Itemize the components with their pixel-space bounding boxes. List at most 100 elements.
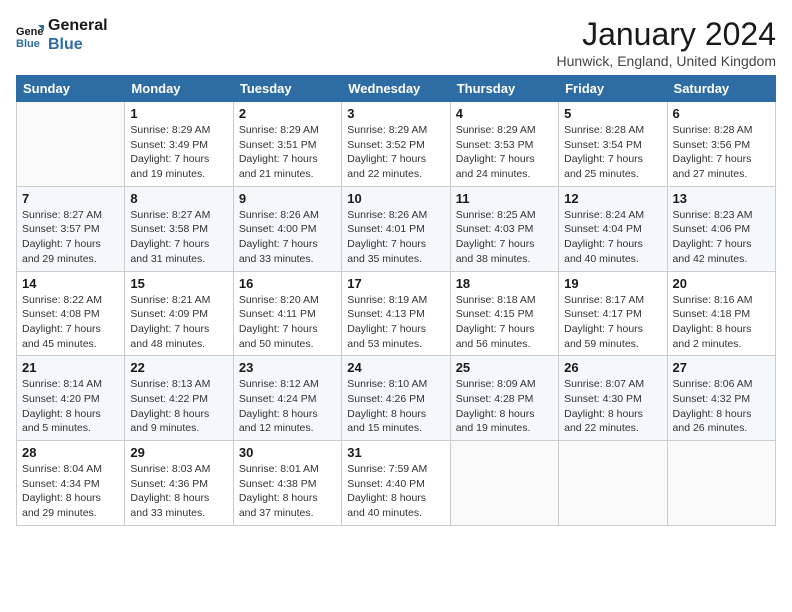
daylight-text: Daylight: 7 hours and 19 minutes.: [130, 152, 227, 181]
day-cell: 16Sunrise: 8:20 AMSunset: 4:11 PMDayligh…: [233, 271, 341, 356]
sunset-text: Sunset: 3:57 PM: [22, 222, 119, 237]
col-header-monday: Monday: [125, 76, 233, 102]
day-number: 21: [22, 360, 119, 375]
day-number: 28: [22, 445, 119, 460]
calendar-table: SundayMondayTuesdayWednesdayThursdayFrid…: [16, 75, 776, 526]
day-number: 14: [22, 276, 119, 291]
days-of-week-row: SundayMondayTuesdayWednesdayThursdayFrid…: [17, 76, 776, 102]
day-cell: 15Sunrise: 8:21 AMSunset: 4:09 PMDayligh…: [125, 271, 233, 356]
sunrise-text: Sunrise: 8:29 AM: [347, 123, 444, 138]
col-header-wednesday: Wednesday: [342, 76, 450, 102]
sunrise-text: Sunrise: 8:07 AM: [564, 377, 661, 392]
day-cell: 26 Sunrise: 8:07 AMSunset: 4:30 PMDayligh…: [559, 356, 667, 441]
day-detail: Sunrise: 8:14 AMSunset: 4:20 PMDaylight:…: [22, 377, 119, 436]
day-cell: 2Sunrise: 8:29 AMSunset: 3:51 PMDaylight…: [233, 102, 341, 187]
day-detail: Sunrise: 8:28 AMSunset: 3:54 PMDaylight:…: [564, 123, 661, 182]
day-number: 5: [564, 106, 661, 121]
day-number: 12: [564, 191, 661, 206]
day-number: 29: [130, 445, 227, 460]
day-detail: Sunrise: 8:10 AMSunset: 4:26 PMDaylight:…: [347, 377, 444, 436]
logo-blue: Blue: [48, 35, 108, 54]
sunrise-text: Sunrise: 8:21 AM: [130, 293, 227, 308]
day-number: 4: [456, 106, 553, 121]
sunset-text: Sunset: 4:06 PM: [673, 222, 770, 237]
daylight-text: Daylight: 8 hours and 29 minutes.: [22, 491, 119, 520]
day-number: 30: [239, 445, 336, 460]
daylight-text: Daylight: 7 hours and 25 minutes.: [564, 152, 661, 181]
sunrise-text: Sunrise: 8:29 AM: [456, 123, 553, 138]
sunrise-text: Sunrise: 8:17 AM: [564, 293, 661, 308]
sunset-text: Sunset: 3:49 PM: [130, 138, 227, 153]
sunset-text: Sunset: 3:51 PM: [239, 138, 336, 153]
sunset-text: Sunset: 4:20 PM: [22, 392, 119, 407]
day-detail: Sunrise: 8:13 AMSunset: 4:22 PMDaylight:…: [130, 377, 227, 436]
sunset-text: Sunset: 4:01 PM: [347, 222, 444, 237]
day-detail: Sunrise: 8:23 AMSunset: 4:06 PMDaylight:…: [673, 208, 770, 267]
daylight-text: Daylight: 7 hours and 45 minutes.: [22, 322, 119, 351]
day-cell: [450, 441, 558, 526]
col-header-friday: Friday: [559, 76, 667, 102]
sunset-text: Sunset: 3:56 PM: [673, 138, 770, 153]
sunset-text: Sunset: 4:18 PM: [673, 307, 770, 322]
sunset-text: Sunset: 4:40 PM: [347, 477, 444, 492]
sunrise-text: Sunrise: 8:29 AM: [239, 123, 336, 138]
day-cell: 5 Sunrise: 8:28 AMSunset: 3:54 PMDaylight…: [559, 102, 667, 187]
daylight-text: Daylight: 8 hours and 26 minutes.: [673, 407, 770, 436]
sunset-text: Sunset: 4:13 PM: [347, 307, 444, 322]
day-cell: 25Sunrise: 8:09 AMSunset: 4:28 PMDayligh…: [450, 356, 558, 441]
day-cell: 22Sunrise: 8:13 AMSunset: 4:22 PMDayligh…: [125, 356, 233, 441]
day-detail: Sunrise: 8:04 AMSunset: 4:34 PMDaylight:…: [22, 462, 119, 521]
sunset-text: Sunset: 4:38 PM: [239, 477, 336, 492]
calendar-body: 1Sunrise: 8:29 AMSunset: 3:49 PMDaylight…: [17, 102, 776, 526]
daylight-text: Daylight: 7 hours and 21 minutes.: [239, 152, 336, 181]
col-header-sunday: Sunday: [17, 76, 125, 102]
day-detail: Sunrise: 8:27 AMSunset: 3:57 PMDaylight:…: [22, 208, 119, 267]
sunrise-text: Sunrise: 8:27 AM: [130, 208, 227, 223]
day-number: 6: [673, 106, 770, 121]
day-number: 26: [564, 360, 661, 375]
sunrise-text: Sunrise: 8:29 AM: [130, 123, 227, 138]
daylight-text: Daylight: 7 hours and 33 minutes.: [239, 237, 336, 266]
day-number: 31: [347, 445, 444, 460]
day-detail: Sunrise: 8:21 AMSunset: 4:09 PMDaylight:…: [130, 293, 227, 352]
day-cell: 18Sunrise: 8:18 AMSunset: 4:15 PMDayligh…: [450, 271, 558, 356]
day-cell: 6Sunrise: 8:28 AMSunset: 3:56 PMDaylight…: [667, 102, 775, 187]
sunset-text: Sunset: 3:52 PM: [347, 138, 444, 153]
sunrise-text: Sunrise: 8:25 AM: [456, 208, 553, 223]
sunrise-text: Sunrise: 8:27 AM: [22, 208, 119, 223]
day-cell: 9Sunrise: 8:26 AMSunset: 4:00 PMDaylight…: [233, 186, 341, 271]
daylight-text: Daylight: 7 hours and 48 minutes.: [130, 322, 227, 351]
sunrise-text: Sunrise: 8:13 AM: [130, 377, 227, 392]
sunrise-text: Sunrise: 8:24 AM: [564, 208, 661, 223]
day-number: 9: [239, 191, 336, 206]
day-cell: 24Sunrise: 8:10 AMSunset: 4:26 PMDayligh…: [342, 356, 450, 441]
sunrise-text: Sunrise: 8:09 AM: [456, 377, 553, 392]
sunrise-text: Sunrise: 8:22 AM: [22, 293, 119, 308]
daylight-text: Daylight: 8 hours and 9 minutes.: [130, 407, 227, 436]
daylight-text: Daylight: 7 hours and 35 minutes.: [347, 237, 444, 266]
day-cell: 31Sunrise: 7:59 AMSunset: 4:40 PMDayligh…: [342, 441, 450, 526]
daylight-text: Daylight: 8 hours and 40 minutes.: [347, 491, 444, 520]
sunset-text: Sunset: 4:17 PM: [564, 307, 661, 322]
sunrise-text: Sunrise: 8:28 AM: [564, 123, 661, 138]
daylight-text: Daylight: 7 hours and 40 minutes.: [564, 237, 661, 266]
page-header: General Blue General Blue January 2024 H…: [16, 16, 776, 69]
sunset-text: Sunset: 4:34 PM: [22, 477, 119, 492]
day-detail: Sunrise: 8:25 AMSunset: 4:03 PMDaylight:…: [456, 208, 553, 267]
day-detail: Sunrise: 8:09 AMSunset: 4:28 PMDaylight:…: [456, 377, 553, 436]
week-row-5: 28 Sunrise: 8:04 AMSunset: 4:34 PMDayligh…: [17, 441, 776, 526]
day-cell: [17, 102, 125, 187]
sunset-text: Sunset: 4:30 PM: [564, 392, 661, 407]
sunrise-text: Sunrise: 8:16 AM: [673, 293, 770, 308]
daylight-text: Daylight: 7 hours and 29 minutes.: [22, 237, 119, 266]
week-row-1: 1Sunrise: 8:29 AMSunset: 3:49 PMDaylight…: [17, 102, 776, 187]
day-cell: 14 Sunrise: 8:22 AMSunset: 4:08 PMDayligh…: [17, 271, 125, 356]
day-cell: 3Sunrise: 8:29 AMSunset: 3:52 PMDaylight…: [342, 102, 450, 187]
sunset-text: Sunset: 4:00 PM: [239, 222, 336, 237]
daylight-text: Daylight: 8 hours and 22 minutes.: [564, 407, 661, 436]
sunset-text: Sunset: 4:08 PM: [22, 307, 119, 322]
day-number: 7: [22, 191, 119, 206]
calendar-header: SundayMondayTuesdayWednesdayThursdayFrid…: [17, 76, 776, 102]
sunset-text: Sunset: 3:54 PM: [564, 138, 661, 153]
sunrise-text: Sunrise: 8:19 AM: [347, 293, 444, 308]
